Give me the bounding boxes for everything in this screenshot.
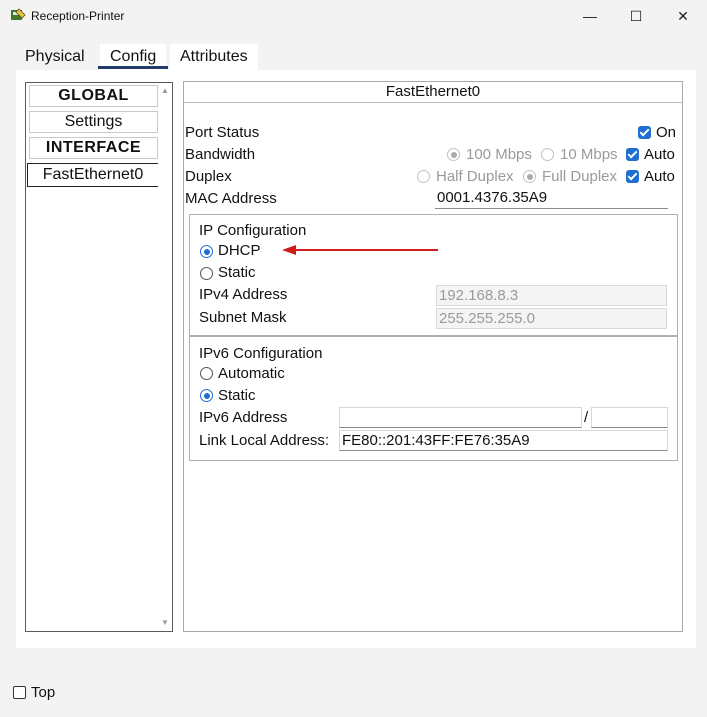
- ipv6-static-radio[interactable]: [200, 389, 213, 402]
- tab-physical[interactable]: Physical: [15, 44, 95, 70]
- nav-item-fastethernet0[interactable]: FastEthernet0: [27, 163, 159, 187]
- ipv6-static-label: Static: [218, 387, 256, 404]
- port-status-label: Port Status: [185, 124, 260, 141]
- close-button[interactable]: ✕: [660, 0, 706, 32]
- config-nav-list: GLOBAL Settings INTERFACE FastEthernet0 …: [25, 82, 173, 632]
- duplex-label: Duplex: [185, 168, 232, 185]
- maximize-button[interactable]: ☐: [613, 0, 659, 32]
- full-duplex-radio: [523, 170, 536, 183]
- ipv6-config-heading: IPv6 Configuration: [199, 345, 323, 362]
- ipv4-static-radio[interactable]: [200, 267, 213, 280]
- nav-scrollbar[interactable]: ▲ ▼: [158, 83, 172, 631]
- ipv6-prefix-input[interactable]: [591, 407, 668, 428]
- bandwidth-label: Bandwidth: [185, 146, 256, 163]
- scroll-down-icon[interactable]: ▼: [161, 618, 169, 627]
- active-tab-indicator: [98, 66, 168, 69]
- bandwidth-auto-label: Auto: [644, 146, 675, 163]
- panel-title: FastEthernet0: [184, 82, 682, 103]
- ipv4-static-label: Static: [218, 264, 256, 281]
- full-duplex-label: Full Duplex: [542, 168, 618, 185]
- ipv6-configuration-group: IPv6 Configuration Automatic Static IPv6…: [189, 336, 678, 461]
- ipv6-address-label: IPv6 Address: [199, 409, 288, 426]
- dhcp-label: DHCP: [218, 242, 261, 259]
- bandwidth-100-radio: [447, 148, 460, 161]
- top-label: Top: [31, 684, 56, 701]
- subnet-mask-label: Subnet Mask: [199, 309, 287, 326]
- annotation-arrow-icon: [282, 245, 438, 255]
- subnet-mask-input[interactable]: 255.255.255.0: [436, 308, 667, 329]
- mac-address-label: MAC Address: [185, 190, 277, 207]
- nav-item-settings[interactable]: Settings: [29, 111, 158, 133]
- ipv4-address-label: IPv4 Address: [199, 286, 288, 303]
- port-status-on-checkbox[interactable]: [638, 126, 651, 139]
- ipv6-prefix-separator: /: [584, 409, 589, 426]
- port-status-on-label: On: [656, 124, 677, 141]
- link-local-address-input[interactable]: FE80::201:43FF:FE76:35A9: [339, 430, 668, 451]
- window-title: Reception-Printer: [31, 9, 125, 23]
- bandwidth-auto-checkbox[interactable]: [626, 148, 639, 161]
- half-duplex-radio: [417, 170, 430, 183]
- link-local-address-label: Link Local Address:: [199, 432, 330, 449]
- top-checkbox[interactable]: [13, 686, 26, 699]
- interface-config-panel: FastEthernet0 Port Status On Bandwidth 1…: [183, 81, 683, 632]
- nav-item-global[interactable]: GLOBAL: [29, 85, 158, 107]
- scroll-up-icon[interactable]: ▲: [161, 86, 169, 95]
- bandwidth-100-label: 100 Mbps: [466, 146, 532, 163]
- ipv6-automatic-radio[interactable]: [200, 367, 213, 380]
- minimize-button[interactable]: —: [567, 0, 613, 32]
- ip-configuration-group: IP Configuration DHCP Static IPv4 Addres…: [189, 214, 678, 336]
- ip-config-heading: IP Configuration: [199, 222, 307, 239]
- mac-address-input[interactable]: 0001.4376.35A9: [435, 188, 668, 209]
- dhcp-radio[interactable]: [200, 245, 213, 258]
- tab-attributes[interactable]: Attributes: [170, 44, 258, 70]
- ipv6-automatic-label: Automatic: [218, 365, 285, 382]
- bandwidth-10-label: 10 Mbps: [560, 146, 618, 163]
- printer-app-icon: [11, 8, 26, 20]
- ipv6-address-input[interactable]: [339, 407, 582, 428]
- duplex-auto-checkbox[interactable]: [626, 170, 639, 183]
- bandwidth-10-radio: [541, 148, 554, 161]
- duplex-auto-label: Auto: [644, 168, 675, 185]
- ipv4-address-input[interactable]: 192.168.8.3: [436, 285, 667, 306]
- half-duplex-label: Half Duplex: [436, 168, 514, 185]
- nav-item-interface[interactable]: INTERFACE: [29, 137, 158, 159]
